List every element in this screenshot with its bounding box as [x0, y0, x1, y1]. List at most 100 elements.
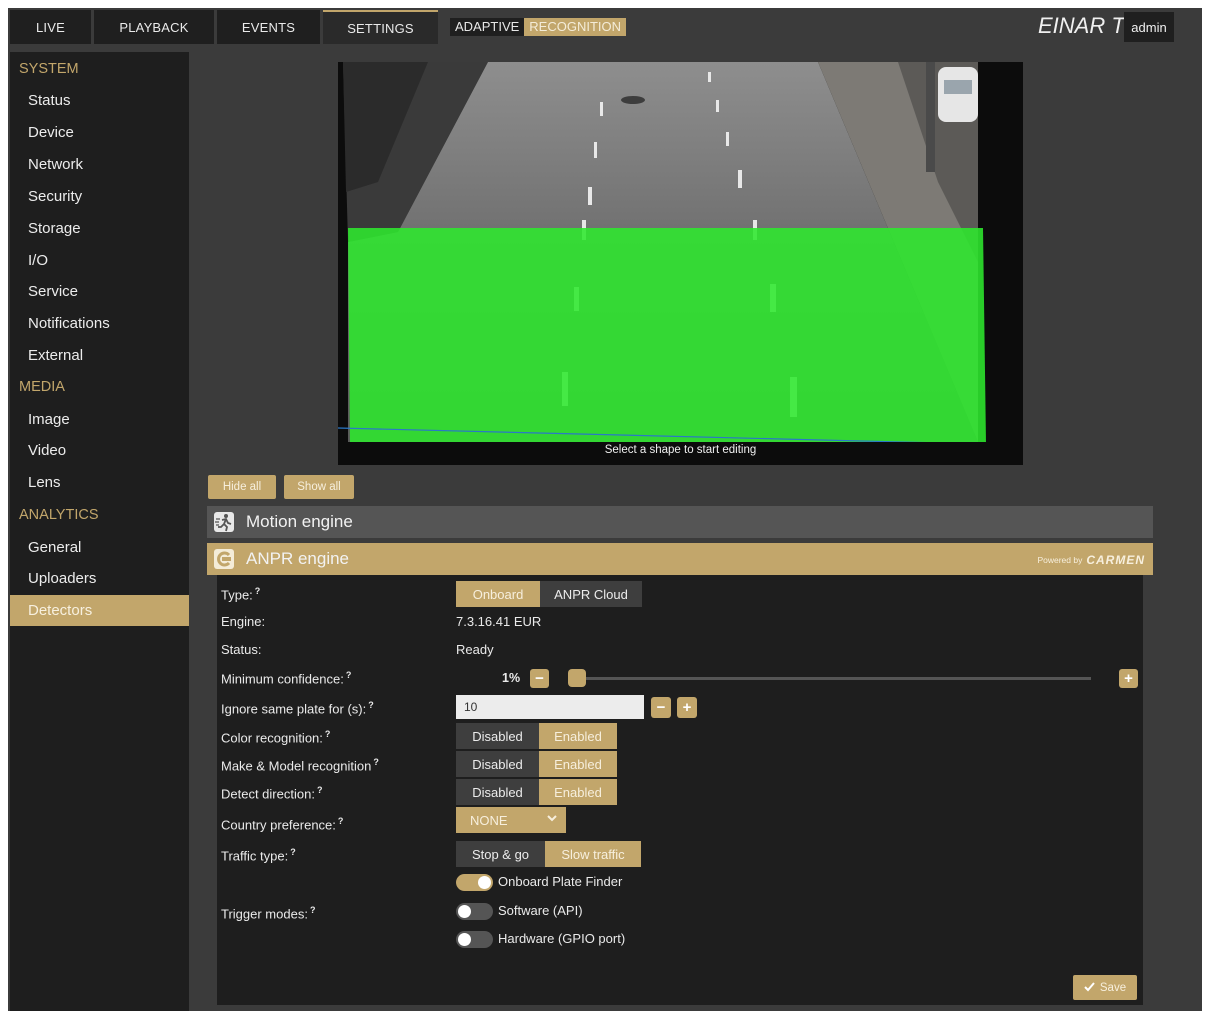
help-icon[interactable]: ?: [255, 586, 261, 596]
ignore-plate-input[interactable]: [456, 695, 644, 719]
tab-events[interactable]: EVENTS: [217, 10, 320, 44]
help-icon[interactable]: ?: [346, 670, 352, 680]
tab-playback[interactable]: PLAYBACK: [94, 10, 214, 44]
min-confidence-slider-track[interactable]: [568, 677, 1091, 680]
detect-direction-disabled[interactable]: Disabled: [456, 779, 539, 805]
save-button[interactable]: Save: [1073, 975, 1137, 1000]
sidebar-item-status[interactable]: Status: [10, 85, 189, 116]
min-confidence-label: Minimum confidence:?: [221, 670, 352, 687]
logo-part-adaptive: ADAPTIVE: [450, 18, 525, 36]
software-trigger-label: Software (API): [498, 903, 583, 918]
color-recognition-label: Color recognition:?: [221, 729, 331, 746]
tab-live[interactable]: LIVE: [10, 10, 91, 44]
sidebar-item-uploaders[interactable]: Uploaders: [10, 563, 189, 594]
min-confidence-value: 1%: [502, 671, 521, 685]
help-icon[interactable]: ?: [317, 785, 323, 795]
sidebar-item-service[interactable]: Service: [10, 276, 189, 307]
sidebar-item-security[interactable]: Security: [10, 181, 189, 212]
video-caption: Select a shape to start editing: [604, 444, 757, 456]
status-label: Status:: [221, 642, 262, 657]
color-recognition-enabled[interactable]: Enabled: [539, 723, 617, 749]
sidebar-item-io[interactable]: I/O: [10, 245, 189, 276]
help-icon[interactable]: ?: [368, 700, 374, 710]
top-navigation: LIVE PLAYBACK EVENTS SETTINGS ADAPTIVE R…: [8, 8, 1202, 44]
motion-engine-title: Motion engine: [246, 512, 353, 531]
hardware-trigger-toggle[interactable]: [456, 931, 493, 948]
carmen-brand: CARMEN: [1086, 553, 1145, 567]
tab-settings[interactable]: SETTINGS: [323, 10, 438, 44]
sidebar-item-video[interactable]: Video: [10, 435, 189, 466]
color-recognition-disabled[interactable]: Disabled: [456, 723, 539, 749]
detection-zone: [348, 228, 986, 442]
traffic-type-label: Traffic type:?: [221, 847, 296, 864]
sidebar-header-analytics: ANALYTICS: [19, 507, 99, 523]
country-preference-label: Country preference:?: [221, 816, 344, 833]
help-icon[interactable]: ?: [325, 729, 331, 739]
detect-direction-enabled[interactable]: Enabled: [539, 779, 617, 805]
make-model-label: Make & Model recognition?: [221, 757, 379, 774]
country-preference-value: NONE: [470, 812, 508, 828]
traffic-stop-go-option[interactable]: Stop & go: [456, 841, 545, 867]
traffic-slow-option[interactable]: Slow traffic: [545, 841, 641, 867]
plate-finder-toggle[interactable]: [456, 874, 493, 891]
help-icon[interactable]: ?: [373, 757, 379, 767]
device-name: EINAR T: [1038, 13, 1125, 38]
sidebar-item-network[interactable]: Network: [10, 149, 189, 180]
ignore-plate-increase-button[interactable]: +: [677, 697, 697, 718]
anpr-engine-title: ANPR engine: [246, 549, 350, 568]
sidebar-item-general[interactable]: General: [10, 532, 189, 563]
anpr-engine-header[interactable]: ANPR engine Powered by CARMEN: [207, 543, 1153, 575]
sidebar-item-detectors[interactable]: Detectors: [10, 595, 189, 626]
sidebar-item-lens[interactable]: Lens: [10, 467, 189, 498]
ignore-plate-label: Ignore same plate for (s):?: [221, 700, 374, 717]
detect-direction-label: Detect direction:?: [221, 785, 323, 802]
save-label: Save: [1099, 981, 1127, 994]
country-preference-dropdown[interactable]: NONE: [456, 807, 566, 833]
sidebar-item-notifications[interactable]: Notifications: [10, 308, 189, 339]
chevron-down-icon: [546, 812, 558, 827]
plate-finder-label: Onboard Plate Finder: [498, 874, 623, 889]
detect-direction-toggle: Disabled Enabled: [456, 779, 617, 805]
help-icon[interactable]: ?: [338, 816, 344, 826]
help-icon[interactable]: ?: [310, 905, 316, 915]
engine-value: 7.3.16.41 EUR: [456, 614, 542, 629]
powered-by-text: Powered by: [1037, 555, 1083, 565]
make-model-toggle: Disabled Enabled: [456, 751, 617, 777]
color-recognition-toggle: Disabled Enabled: [456, 723, 617, 749]
logo-part-recognition: RECOGNITION: [524, 18, 627, 36]
min-confidence-decrease-button[interactable]: −: [530, 669, 549, 688]
anpr-settings-panel: [217, 575, 1143, 1005]
sidebar: SYSTEM Status Device Network Security St…: [10, 52, 189, 1011]
sidebar-header-system: SYSTEM: [19, 61, 79, 77]
sidebar-item-external[interactable]: External: [10, 340, 189, 371]
min-confidence-increase-button[interactable]: +: [1119, 669, 1138, 688]
help-icon[interactable]: ?: [290, 847, 296, 857]
min-confidence-slider-handle[interactable]: [568, 669, 586, 687]
type-onboard-option[interactable]: Onboard: [456, 581, 540, 607]
road-scene: [338, 62, 1023, 442]
make-model-enabled[interactable]: Enabled: [539, 751, 617, 777]
adaptive-recognition-logo: ADAPTIVE RECOGNITION: [450, 18, 627, 36]
user-menu[interactable]: admin: [1124, 12, 1174, 42]
show-all-button[interactable]: Show all: [284, 475, 354, 499]
running-person-icon: [213, 511, 235, 533]
checkmark-icon: [1084, 981, 1095, 995]
motion-engine-header[interactable]: Motion engine: [207, 506, 1153, 538]
powered-by-carmen: Powered by CARMEN: [1037, 553, 1145, 567]
trigger-modes-label: Trigger modes:?: [221, 905, 316, 922]
make-model-disabled[interactable]: Disabled: [456, 751, 539, 777]
sidebar-item-storage[interactable]: Storage: [10, 213, 189, 244]
carmen-logo-icon: [213, 548, 235, 570]
sidebar-item-device[interactable]: Device: [10, 117, 189, 148]
ignore-plate-decrease-button[interactable]: −: [651, 697, 671, 718]
sidebar-header-media: MEDIA: [19, 379, 65, 395]
type-cloud-option[interactable]: ANPR Cloud: [540, 581, 642, 607]
sidebar-item-image[interactable]: Image: [10, 404, 189, 435]
software-trigger-toggle[interactable]: [456, 903, 493, 920]
app-frame: LIVE PLAYBACK EVENTS SETTINGS ADAPTIVE R…: [8, 8, 1202, 1011]
hardware-trigger-label: Hardware (GPIO port): [498, 931, 626, 946]
camera-view[interactable]: Select a shape to start editing: [338, 62, 1023, 465]
status-value: Ready: [456, 642, 494, 657]
type-selector: Onboard ANPR Cloud: [456, 581, 642, 607]
hide-all-button[interactable]: Hide all: [208, 475, 276, 499]
